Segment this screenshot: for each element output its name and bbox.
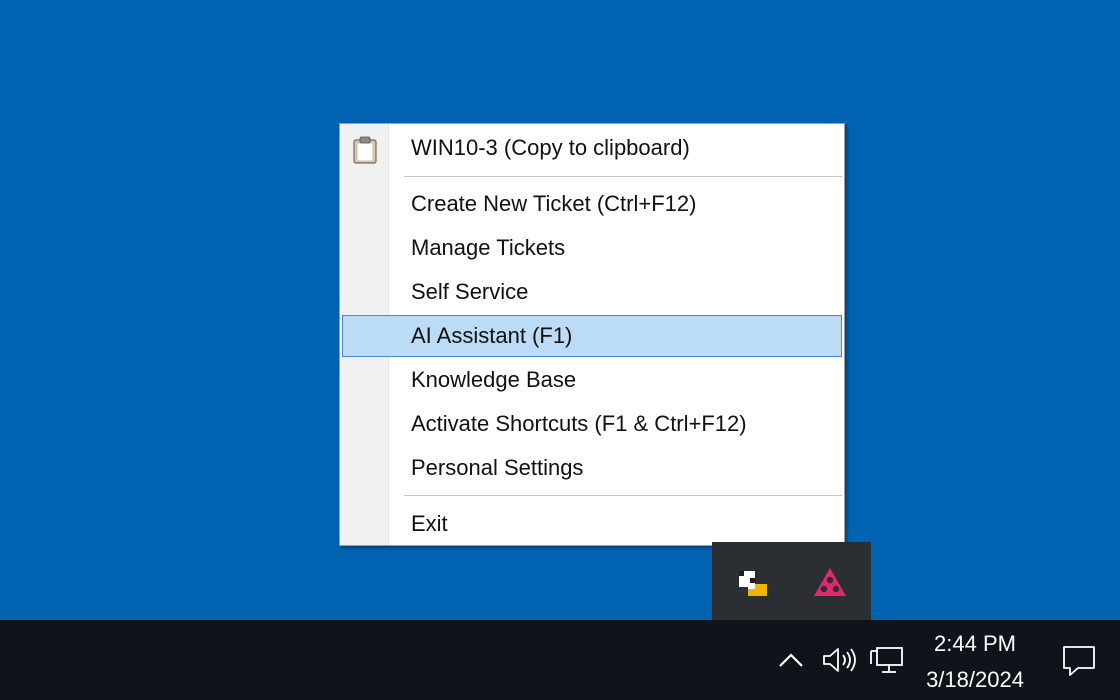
menu-item-label: Manage Tickets [411, 235, 566, 260]
tray-overflow-flyout [712, 542, 871, 620]
network-icon[interactable] [868, 642, 906, 678]
taskbar-clock[interactable]: 2:44 PM 3/18/2024 [915, 626, 1035, 698]
menu-item-personal-settings[interactable]: Personal Settings [342, 448, 842, 488]
volume-icon[interactable] [820, 642, 860, 678]
menu-item-label: Personal Settings [411, 455, 584, 480]
menu-separator [404, 495, 842, 497]
menu-item-label: WIN10-3 (Copy to clipboard) [411, 135, 690, 160]
menu-item-exit[interactable]: Exit [342, 504, 842, 544]
menu-item-ai-assistant[interactable]: AI Assistant (F1) [342, 315, 842, 357]
menu-item-label: Self Service [411, 279, 529, 304]
taskbar: 2:44 PM 3/18/2024 [0, 620, 1120, 700]
helpdesk-app-icon[interactable] [736, 566, 770, 600]
notification-icon[interactable] [1060, 642, 1098, 678]
menu-separator [404, 176, 842, 178]
menu-item-label: Activate Shortcuts (F1 & Ctrl+F12) [411, 411, 747, 436]
menu-item-activate-shortcuts[interactable]: Activate Shortcuts (F1 & Ctrl+F12) [342, 404, 842, 444]
menu-item-label: AI Assistant (F1) [411, 323, 573, 348]
menu-item-knowledge-base[interactable]: Knowledge Base [342, 360, 842, 400]
menu-item-create-new-ticket[interactable]: Create New Ticket (Ctrl+F12) [342, 184, 842, 224]
menu-item-manage-tickets[interactable]: Manage Tickets [342, 228, 842, 268]
tray-context-menu: WIN10-3 (Copy to clipboard) Create New T… [339, 123, 845, 546]
chevron-up-icon[interactable] [776, 642, 806, 678]
menu-item-label: Exit [411, 511, 448, 536]
clock-time: 2:44 PM [934, 631, 1016, 656]
menu-item-label: Create New Ticket (Ctrl+F12) [411, 191, 697, 216]
menu-item-self-service[interactable]: Self Service [342, 272, 842, 312]
clock-date: 3/18/2024 [926, 667, 1024, 692]
clipboard-icon [353, 136, 377, 164]
copy-hostname-menu-item[interactable]: WIN10-3 (Copy to clipboard) [342, 128, 842, 168]
pink-triangle-app-icon[interactable] [813, 566, 847, 600]
menu-item-label: Knowledge Base [411, 367, 577, 392]
